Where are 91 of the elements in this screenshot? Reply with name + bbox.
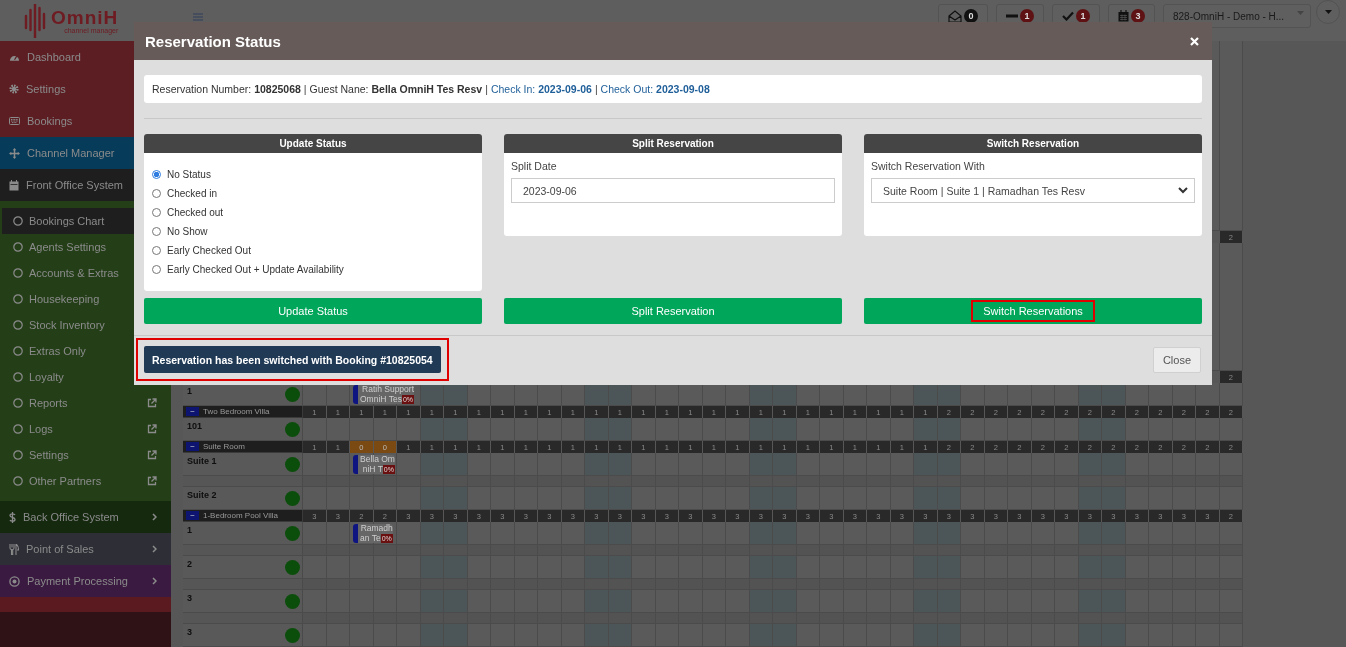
- submenu-item[interactable]: Settings: [2, 442, 171, 468]
- field-label: Split Date: [511, 160, 558, 172]
- action-button[interactable]: Switch Reservations: [864, 298, 1202, 324]
- submenu-item[interactable]: Other Partners: [2, 468, 171, 494]
- circle-icon: [13, 242, 23, 252]
- circle-icon: [13, 398, 23, 408]
- reservation-summary: Reservation Number: 10825068 | Guest Nane: Bella OmniH Tes Resv | Check In: 2023-09-06 | Check Out: 2023-09-08: [144, 75, 1202, 103]
- status-dot: [285, 491, 300, 506]
- status-dot: [285, 457, 300, 472]
- room-name: 3: [187, 593, 192, 603]
- radio-button[interactable]: [152, 189, 161, 198]
- status-dot: [285, 387, 300, 402]
- panel-title: Update Status: [144, 134, 482, 153]
- option-label: Early Checked Out: [167, 245, 251, 256]
- minus-icon: [1006, 14, 1018, 18]
- room-name: 3: [187, 627, 192, 637]
- envelope-icon: [948, 9, 962, 23]
- submenu-item[interactable]: Reports: [2, 390, 171, 416]
- radio-button[interactable]: [152, 227, 161, 236]
- option-label: Early Checked Out + Update Availability: [167, 264, 344, 275]
- chevron-down-icon: [1178, 187, 1188, 194]
- logo-icon: [24, 3, 46, 38]
- dollar-icon: [9, 511, 16, 523]
- close-button[interactable]: [1188, 34, 1201, 48]
- external-link-icon: [147, 398, 157, 408]
- chevron-right-icon: [152, 513, 157, 521]
- external-link-icon: [147, 476, 157, 486]
- circle-icon: [13, 476, 23, 486]
- room-name: Suite 1: [187, 456, 217, 466]
- dropdown-button[interactable]: [1316, 0, 1340, 24]
- reservation-select[interactable]: Suite Room | Suite 1 | Ramadhan Tes Resv: [871, 178, 1195, 203]
- circle-icon: [13, 320, 23, 330]
- radio-button[interactable]: [152, 265, 161, 274]
- panel-title: Split Reservation: [504, 134, 842, 153]
- room-name: 1: [187, 386, 192, 396]
- gear-icon: [9, 84, 19, 94]
- property-select[interactable]: 828-OmniH - Demo - H...: [1163, 4, 1311, 28]
- action-button[interactable]: Split Reservation: [504, 298, 842, 324]
- circle-icon: [13, 294, 23, 304]
- room-name: Suite 2: [187, 490, 217, 500]
- room-name: 101: [187, 421, 203, 431]
- close-button[interactable]: Close: [1152, 346, 1201, 373]
- radio-button[interactable]: [152, 170, 161, 179]
- target-icon: [9, 575, 20, 587]
- status-dot: [285, 628, 300, 643]
- status-dot: [285, 526, 300, 541]
- circle-icon: [13, 450, 23, 460]
- sidebar-item[interactable]: Point of Sales: [0, 533, 171, 565]
- collapse-button[interactable]: −: [186, 407, 199, 416]
- keyboard-icon: [9, 117, 20, 125]
- sidebar-item[interactable]: Payment Processing: [0, 565, 171, 597]
- utensils-icon: [9, 543, 19, 555]
- category-name: 1-Bedroom Pool Villa: [203, 511, 278, 520]
- room-name: 2: [187, 559, 192, 569]
- check-icon: [1062, 11, 1074, 21]
- date-field[interactable]: 2023-09-06: [511, 178, 835, 203]
- status-dot: [285, 594, 300, 609]
- external-link-icon: [147, 424, 157, 434]
- radio-button[interactable]: [152, 208, 161, 217]
- circle-icon: [13, 216, 23, 226]
- menu-icon: [193, 13, 203, 21]
- count-badge: 1: [1076, 9, 1090, 23]
- close-icon: [1190, 36, 1199, 46]
- radio-button[interactable]: [152, 246, 161, 255]
- category-name: Two Bedroom Villa: [203, 407, 270, 416]
- chevron-right-icon: [152, 545, 157, 553]
- sidebar-item[interactable]: Back Office System: [0, 501, 171, 533]
- collapse-button[interactable]: −: [186, 511, 199, 520]
- count-badge: 0: [964, 9, 978, 23]
- status-message: Reservation has been switched with Booking #10825054: [144, 346, 441, 373]
- chevron-right-icon: [152, 577, 157, 585]
- room-name: 1: [187, 525, 192, 535]
- count-badge: 1: [1020, 9, 1034, 23]
- submenu-item[interactable]: Logs: [2, 416, 171, 442]
- count-badge: 3: [1131, 9, 1145, 23]
- circle-icon: [13, 372, 23, 382]
- caret-down-icon: [1324, 10, 1332, 14]
- category-name: Suite Room: [203, 442, 245, 451]
- logo-text: OmniH: [51, 7, 119, 27]
- panel-title: Switch Reservation: [864, 134, 1202, 153]
- circle-icon: [13, 268, 23, 278]
- field-label: Switch Reservation With: [871, 160, 986, 172]
- calendar-icon: [9, 179, 19, 191]
- move-arrows-icon: [9, 147, 20, 159]
- status-dot: [285, 422, 300, 437]
- action-button[interactable]: Update Status: [144, 298, 482, 324]
- status-dot: [285, 560, 300, 575]
- circle-icon: [13, 346, 23, 356]
- collapse-button[interactable]: −: [186, 442, 199, 451]
- external-link-icon: [147, 450, 157, 460]
- circle-icon: [13, 424, 23, 434]
